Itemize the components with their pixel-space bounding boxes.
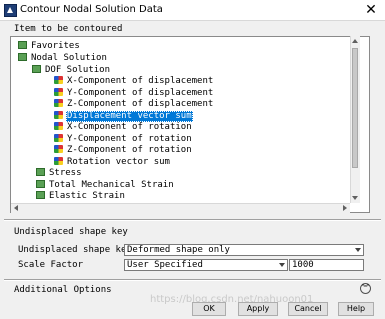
tree-item-label: Elastic Strain <box>49 191 125 201</box>
section-divider <box>4 279 381 281</box>
folder-icon <box>18 52 27 61</box>
tree-item[interactable]: X-Component of displacement <box>54 75 214 87</box>
tree-item[interactable]: X-Component of rotation <box>54 121 193 133</box>
tree-item-label: X-Component of displacement <box>67 76 214 86</box>
additional-options-label[interactable]: Additional Options <box>14 285 112 295</box>
leaf-icon <box>54 156 63 165</box>
tree-item[interactable]: Nodal Solution <box>18 52 108 64</box>
window-title: Contour Nodal Solution Data <box>20 4 163 15</box>
tree-item[interactable]: Z-Component of displacement <box>54 98 214 110</box>
scroll-down-arrow-icon[interactable] <box>352 196 358 200</box>
leaf-icon <box>54 121 63 130</box>
tree-item-label: Nodal Solution <box>31 53 107 63</box>
leaf-icon <box>54 98 63 107</box>
tree-item-label: Rotation vector sum <box>67 157 170 167</box>
folder-icon <box>32 64 41 73</box>
tree-heading: Item to be contoured <box>14 24 123 34</box>
tree-item[interactable]: Z-Component of rotation <box>54 144 193 156</box>
folder-icon <box>36 167 45 176</box>
shape-key-label: Undisplaced shape key <box>18 245 132 255</box>
tree-horizontal-scrollbar[interactable] <box>11 203 350 213</box>
help-button[interactable]: Help <box>338 302 374 316</box>
tree-item-label: Displacement vector sum <box>66 111 193 122</box>
tree-item-label: Total Mechanical Strain <box>49 180 174 190</box>
chevron-down-icon[interactable] <box>355 248 361 252</box>
tree-item-label: Y-Component of displacement <box>67 88 214 98</box>
close-button[interactable]: ✕ <box>357 0 385 20</box>
shape-key-dropdown[interactable]: Deformed shape only <box>124 244 364 256</box>
tree-item-label: Y-Component of rotation <box>67 134 192 144</box>
scale-factor-label: Scale Factor <box>18 260 84 270</box>
ansys-app-icon <box>4 4 17 17</box>
chevron-down-icon[interactable] <box>279 263 285 267</box>
section-divider <box>4 219 381 221</box>
tree-item[interactable]: Elastic Strain <box>36 190 126 202</box>
tree-item-label: X-Component of rotation <box>67 122 192 132</box>
expand-icon[interactable]: ︾ <box>360 283 371 294</box>
leaf-icon <box>54 87 63 96</box>
undisplaced-section-title: Undisplaced shape key <box>14 227 128 237</box>
scale-factor-mode-dropdown[interactable]: User Specified <box>124 259 288 271</box>
scroll-thumb[interactable] <box>352 48 358 168</box>
leaf-icon <box>54 110 63 119</box>
tree-item[interactable]: DOF Solution <box>32 64 111 76</box>
tree-item[interactable]: Y-Component of rotation <box>54 133 193 145</box>
leaf-icon <box>54 133 63 142</box>
apply-button[interactable]: Apply <box>238 302 278 316</box>
tree-item[interactable]: Favorites <box>18 40 81 52</box>
tree-item-label: Stress <box>49 168 82 178</box>
tree-item-label: Z-Component of rotation <box>67 145 192 155</box>
folder-icon <box>18 40 27 49</box>
cancel-button[interactable]: Cancel <box>288 302 328 316</box>
leaf-icon <box>54 75 63 84</box>
ok-button[interactable]: OK <box>192 302 226 316</box>
folder-icon <box>36 179 45 188</box>
tree-item[interactable]: Y-Component of displacement <box>54 87 214 99</box>
tree-item-label: Favorites <box>31 41 80 51</box>
tree-item-label: Z-Component of displacement <box>67 99 214 109</box>
tree-item[interactable]: Rotation vector sum <box>54 156 171 168</box>
tree-item[interactable]: Total Mechanical Strain <box>36 179 175 191</box>
leaf-icon <box>54 144 63 153</box>
tree-item[interactable]: Stress <box>36 167 83 179</box>
shape-key-value: Deformed shape only <box>127 245 230 255</box>
tree-item[interactable]: Displacement vector sum <box>54 110 193 122</box>
scale-factor-input[interactable]: 1000 <box>289 259 364 271</box>
scroll-up-arrow-icon[interactable] <box>352 39 358 43</box>
tree-vertical-scrollbar[interactable] <box>350 36 360 203</box>
title-bar: Contour Nodal Solution Data ✕ <box>0 0 385 21</box>
scroll-left-arrow-icon[interactable] <box>14 205 18 211</box>
scroll-right-arrow-icon[interactable] <box>343 205 347 211</box>
scale-factor-mode-value: User Specified <box>127 260 203 270</box>
folder-icon <box>36 190 45 199</box>
tree-item-label: DOF Solution <box>45 65 111 75</box>
